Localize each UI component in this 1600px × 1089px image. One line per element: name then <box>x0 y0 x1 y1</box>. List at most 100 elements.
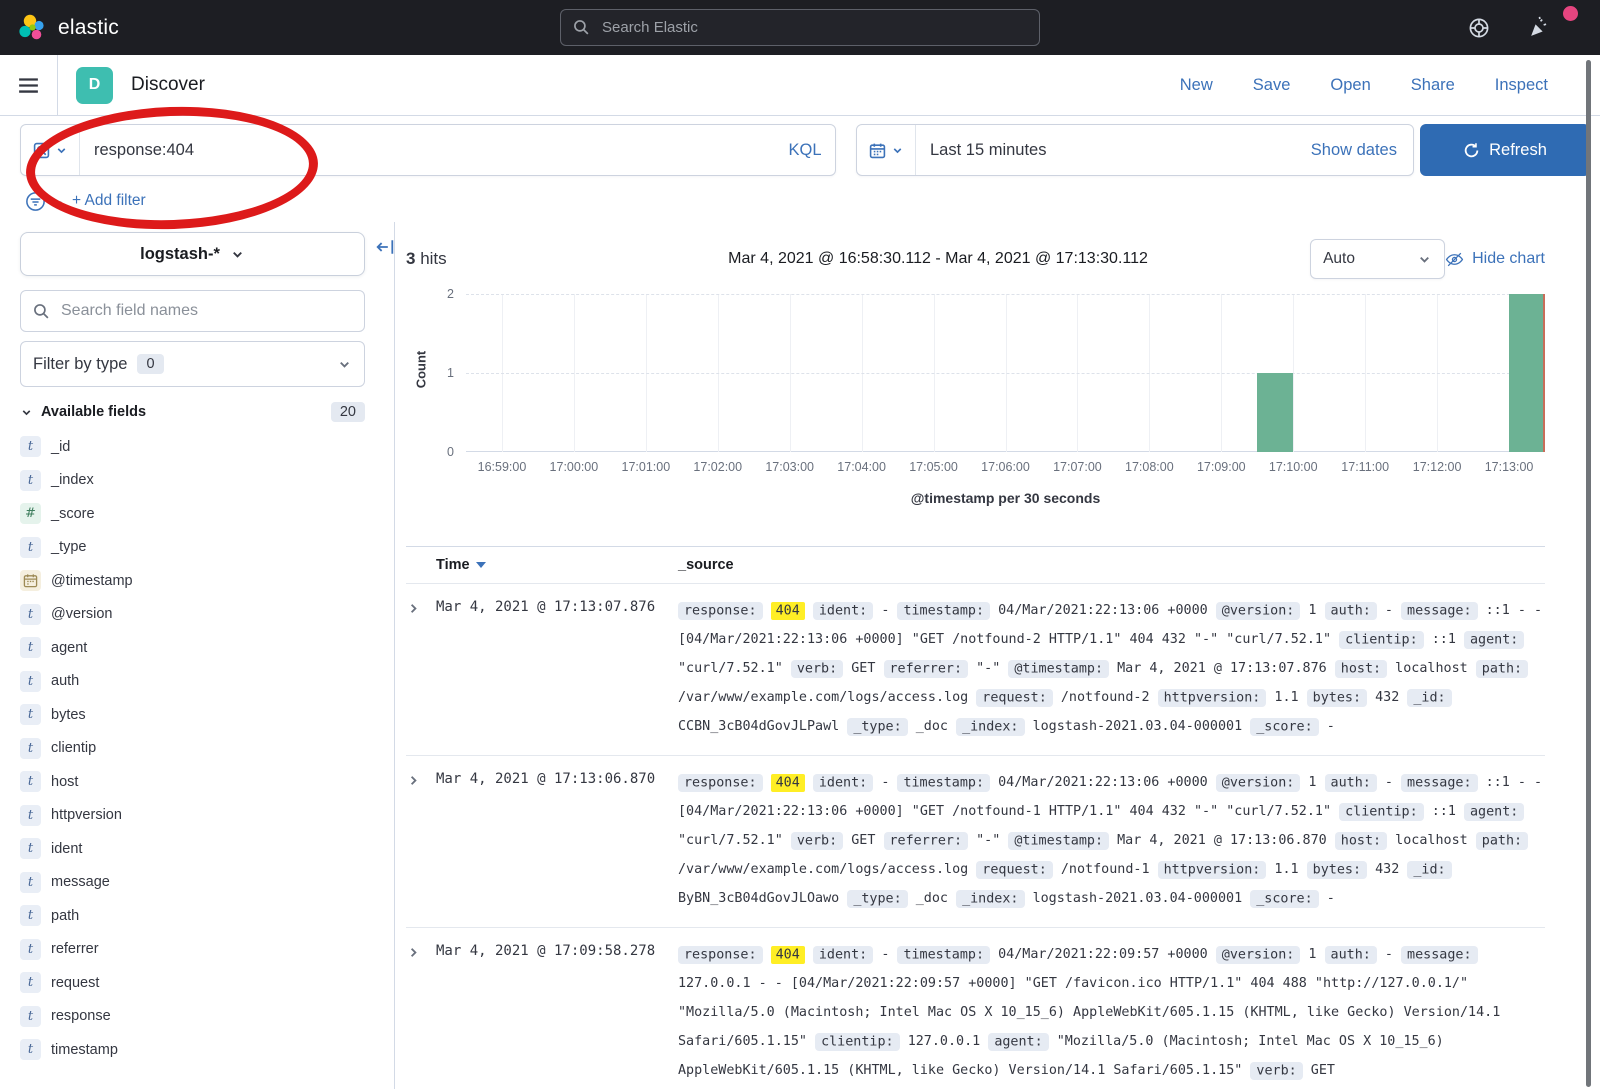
save-button[interactable]: Save <box>1253 76 1291 95</box>
help-icon[interactable] <box>1467 16 1491 40</box>
field-item-request[interactable]: trequest <box>20 966 394 1000</box>
horizontal-gridline <box>466 373 1545 374</box>
saved-query-icon <box>33 142 50 159</box>
interval-select[interactable]: Auto <box>1310 239 1445 279</box>
brand-name: elastic <box>58 16 119 40</box>
field-value: GET <box>1311 1063 1335 1078</box>
field-item-bytes[interactable]: tbytes <box>20 698 394 732</box>
available-fields-count-badge: 20 <box>331 402 365 422</box>
chevron-down-icon <box>891 144 904 157</box>
field-item-response[interactable]: tresponse <box>20 1000 394 1034</box>
index-pattern-select[interactable]: logstash-* <box>20 232 365 276</box>
field-name-badge: agent: <box>1464 631 1524 649</box>
new-button[interactable]: New <box>1180 76 1213 95</box>
field-name-badge: @version: <box>1216 602 1301 620</box>
row-source: response: 404 ident: - timestamp: 04/Mar… <box>678 768 1545 913</box>
field-item-agent[interactable]: tagent <box>20 631 394 665</box>
x-tick-label: 17:02:00 <box>693 460 742 474</box>
field-item-auth[interactable]: tauth <box>20 665 394 699</box>
field-value: /var/www/example.com/logs/access.log <box>678 690 968 705</box>
field-item-clientip[interactable]: tclientip <box>20 732 394 766</box>
query-input[interactable] <box>80 141 775 160</box>
row-source: response: 404 ident: - timestamp: 04/Mar… <box>678 596 1545 741</box>
available-fields-header[interactable]: Available fields 20 <box>20 402 365 422</box>
collapse-sidebar-icon[interactable] <box>376 238 394 256</box>
global-search-input[interactable] <box>600 18 1027 37</box>
discover-app-badge[interactable]: D <box>76 67 113 104</box>
news-icon[interactable] <box>1527 15 1552 40</box>
sort-desc-icon <box>476 562 486 568</box>
field-name-badge: timestamp: <box>897 946 990 964</box>
share-button[interactable]: Share <box>1411 76 1455 95</box>
filter-by-type-select[interactable]: Filter by type 0 <box>20 341 365 387</box>
field-name: _type <box>51 539 86 555</box>
open-button[interactable]: Open <box>1330 76 1370 95</box>
x-tick-label: 17:04:00 <box>837 460 886 474</box>
field-value: localhost <box>1395 833 1468 848</box>
horizontal-gridline <box>466 294 1545 295</box>
field-item-path[interactable]: tpath <box>20 899 394 933</box>
type-filter-count-badge: 0 <box>137 354 163 374</box>
expand-row-button[interactable] <box>406 940 436 960</box>
field-item-referrer[interactable]: treferrer <box>20 933 394 967</box>
field-name-badge: _score: <box>1250 718 1318 736</box>
elastic-logo-icon <box>18 13 48 43</box>
field-item-httpversion[interactable]: thttpversion <box>20 799 394 833</box>
field-name-badge: bytes: <box>1307 689 1367 707</box>
elastic-brand[interactable]: elastic <box>18 13 119 43</box>
field-item-version[interactable]: t@version <box>20 598 394 632</box>
field-name-badge: agent: <box>988 1033 1048 1051</box>
query-language-button[interactable]: KQL <box>775 141 835 160</box>
field-item-index[interactable]: t_index <box>20 464 394 498</box>
expand-row-button[interactable] <box>406 768 436 788</box>
field-item-message[interactable]: tmessage <box>20 866 394 900</box>
expand-row-button[interactable] <box>406 596 436 616</box>
time-range-value[interactable]: Last 15 minutes <box>916 141 1311 160</box>
show-dates-button[interactable]: Show dates <box>1311 141 1413 160</box>
results-area: 3 hits Mar 4, 2021 @ 16:58:30.112 - Mar … <box>396 222 1600 1089</box>
field-item-score[interactable]: #_score <box>20 497 394 531</box>
field-name-badge: verb: <box>791 832 843 850</box>
field-name: @timestamp <box>51 573 133 589</box>
filter-icon[interactable] <box>24 190 47 213</box>
highlighted-value: 404 <box>771 774 805 792</box>
histogram-bar[interactable] <box>1257 373 1293 452</box>
hide-chart-button[interactable]: Hide chart <box>1445 250 1545 269</box>
field-name-badge: auth: <box>1325 774 1377 792</box>
current-time-marker <box>1543 294 1545 452</box>
field-value: ByBN_3cB04dGovJLOawo <box>678 891 839 906</box>
field-item-type[interactable]: t_type <box>20 531 394 565</box>
notification-dot <box>1563 6 1578 21</box>
menu-icon[interactable] <box>0 55 58 115</box>
row-source: response: 404 ident: - timestamp: 04/Mar… <box>678 940 1545 1085</box>
y-tick-label: 0 <box>447 445 454 459</box>
field-item-host[interactable]: thost <box>20 765 394 799</box>
eye-slash-icon <box>1445 250 1464 269</box>
field-item-timestamp[interactable]: ttimestamp <box>20 1033 394 1067</box>
saved-query-menu-button[interactable] <box>21 125 80 175</box>
field-value: 1.1 <box>1274 862 1298 877</box>
source-column-header: _source <box>678 557 1545 573</box>
global-search-box[interactable] <box>560 9 1040 46</box>
page-title: Discover <box>131 74 205 96</box>
text-field-icon: t <box>20 972 41 993</box>
vertical-scrollbar[interactable] <box>1586 60 1591 1087</box>
date-quick-menu-button[interactable] <box>857 125 916 175</box>
field-name-badge: message: <box>1401 946 1478 964</box>
text-field-icon: t <box>20 671 41 692</box>
add-filter-button[interactable]: + Add filter <box>72 192 146 210</box>
table-body: Mar 4, 2021 @ 17:13:07.876response: 404 … <box>406 583 1545 1089</box>
field-name-badge: _score: <box>1250 890 1318 908</box>
time-column-header[interactable]: Time <box>436 557 678 573</box>
field-value: Mar 4, 2021 @ 17:13:06.870 <box>1117 833 1327 848</box>
time-range-header: Mar 4, 2021 @ 16:58:30.112 - Mar 4, 2021… <box>566 250 1310 268</box>
field-item-ident[interactable]: tident <box>20 832 394 866</box>
histogram-bar[interactable] <box>1509 294 1545 452</box>
field-item-id[interactable]: t_id <box>20 430 394 464</box>
field-item-timestamp[interactable]: @timestamp <box>20 564 394 598</box>
x-tick-label: 16:59:00 <box>478 460 527 474</box>
refresh-button[interactable]: Refresh <box>1420 124 1590 176</box>
field-search-input[interactable] <box>59 301 352 321</box>
row-timestamp: Mar 4, 2021 @ 17:13:06.870 <box>436 768 678 787</box>
inspect-button[interactable]: Inspect <box>1495 76 1548 95</box>
